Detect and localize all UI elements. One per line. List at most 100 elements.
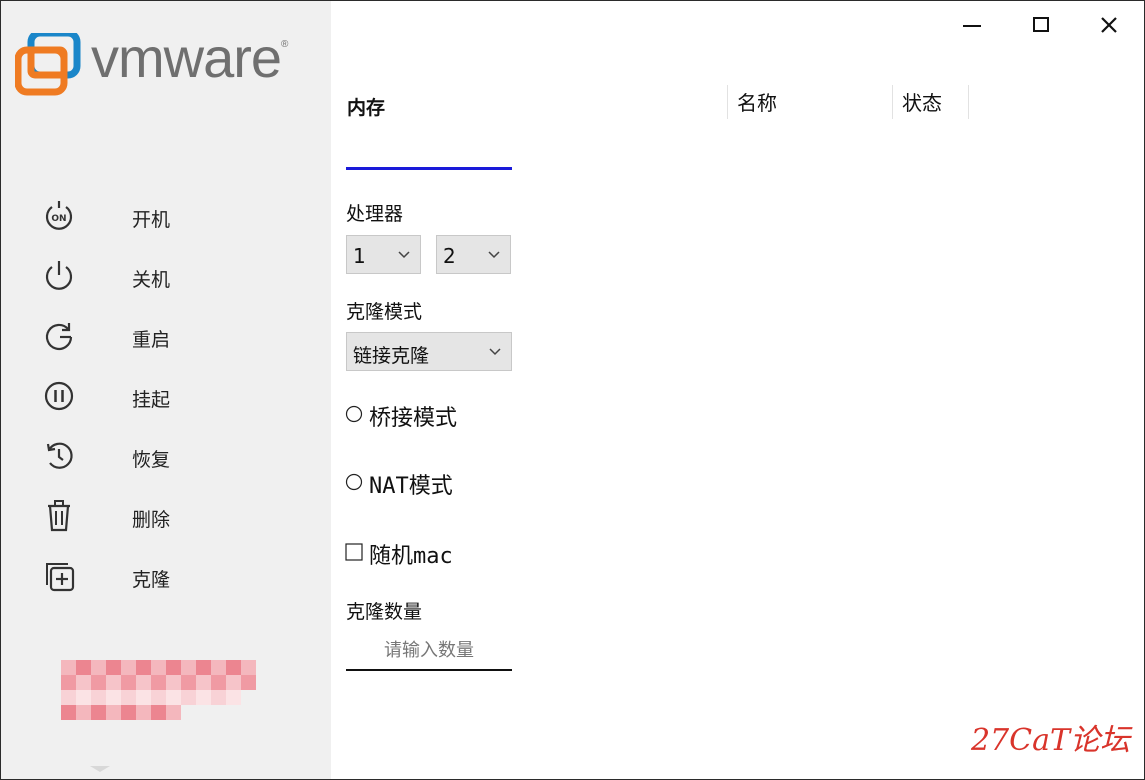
- chevron-down-icon: [488, 251, 500, 259]
- mosaic-cell: [166, 675, 181, 690]
- sidebar: vmware® ON 开机 关机 重启 挂起 恢复 删除 克隆: [1, 1, 331, 779]
- chevron-down-icon: [398, 251, 410, 259]
- mosaic-cell: [196, 675, 211, 690]
- sidebar-item-resume[interactable]: 恢复: [41, 434, 301, 474]
- mosaic-cell: [181, 675, 196, 690]
- mosaic-cell: [166, 705, 181, 720]
- mosaic-cell: [106, 675, 121, 690]
- mosaic-cell: [91, 690, 106, 705]
- mosaic-cell: [211, 690, 226, 705]
- mosaic-cell: [181, 660, 196, 675]
- mosaic-cell: [106, 690, 121, 705]
- vmware-logo-icon: [15, 33, 81, 96]
- power-off-icon: [45, 261, 73, 290]
- sidebar-item-power-off[interactable]: 关机: [41, 254, 301, 294]
- sidebar-item-suspend[interactable]: 挂起: [41, 374, 301, 414]
- resume-icon: [46, 442, 73, 469]
- clone-count-input[interactable]: [346, 631, 512, 671]
- mosaic-cell: [166, 660, 181, 675]
- mosaic-cell: [226, 660, 241, 675]
- svg-text:ON: ON: [51, 214, 66, 224]
- select-value: 2: [443, 244, 456, 268]
- trash-icon: [48, 500, 70, 532]
- mosaic-cell: [136, 705, 151, 720]
- mosaic-cell: [211, 660, 226, 675]
- mosaic-cell: [91, 705, 106, 720]
- mosaic-cell: [121, 690, 136, 705]
- bridge-mode-label: 桥接模式: [369, 406, 458, 431]
- mosaic-cell: [61, 705, 76, 720]
- restart-icon: [45, 323, 73, 351]
- mosaic-cell: [136, 675, 151, 690]
- processor-select-1[interactable]: 1: [346, 235, 421, 274]
- vmware-logo-text: vmware®: [91, 26, 288, 89]
- vmware-logo: vmware®: [15, 26, 325, 97]
- sidebar-item-power-on[interactable]: ON 开机: [41, 194, 301, 234]
- column-header-status[interactable]: 状态: [892, 87, 968, 119]
- app-window: vmware® ON 开机 关机 重启 挂起 恢复 删除 克隆 内存 名称 状态…: [0, 0, 1145, 780]
- mosaic-cell: [106, 660, 121, 675]
- mosaic-cell: [106, 705, 121, 720]
- clone-mode-select[interactable]: 链接克隆: [346, 332, 512, 371]
- mosaic-cell: [241, 660, 256, 675]
- mosaic-cell: [61, 660, 76, 675]
- sidebar-item-clone[interactable]: 克隆: [41, 554, 301, 594]
- mosaic-cell: [226, 675, 241, 690]
- sidebar-item-label: 克隆: [132, 569, 171, 591]
- mosaic-cell: [241, 675, 256, 690]
- sidebar-item-label: 恢复: [132, 449, 171, 471]
- sidebar-item-label: 开机: [132, 209, 171, 231]
- radio-icon: [345, 405, 363, 423]
- sidebar-item-delete[interactable]: 删除: [41, 494, 301, 534]
- forum-watermark: 27CaT论坛: [970, 723, 1130, 758]
- random-mac-label: 随机mac: [369, 544, 453, 569]
- select-value: 1: [353, 244, 366, 268]
- sidebar-item-label: 挂起: [132, 389, 171, 411]
- mosaic-cell: [196, 660, 211, 675]
- main-panel: 内存 名称 状态 处理器 1 2 克隆模式 链接克隆 桥接模式 NAT模式 随机…: [331, 1, 1144, 779]
- column-divider: [968, 85, 969, 119]
- sidebar-item-label: 重启: [132, 329, 171, 351]
- clone-mode-label: 克隆模式: [346, 301, 423, 323]
- mosaic-cell: [211, 675, 226, 690]
- pause-icon: [44, 381, 74, 411]
- mosaic-cell: [226, 690, 241, 705]
- clone-icon: [46, 563, 75, 592]
- mosaic-cell: [136, 660, 151, 675]
- sidebar-item-restart[interactable]: 重启: [41, 314, 301, 354]
- mosaic-cell: [151, 690, 166, 705]
- nat-mode-radio[interactable]: NAT模式: [345, 469, 495, 499]
- mosaic-cell: [76, 705, 91, 720]
- sidebar-item-label: 删除: [132, 509, 171, 531]
- mosaic-cell: [76, 690, 91, 705]
- mosaic-cell: [121, 660, 136, 675]
- processor-select-2[interactable]: 2: [436, 235, 511, 274]
- mosaic-cell: [196, 690, 211, 705]
- mosaic-cell: [61, 675, 76, 690]
- mosaic-cell: [121, 675, 136, 690]
- mosaic-cell: [91, 675, 106, 690]
- mosaic-cell: [181, 690, 196, 705]
- sidebar-item-label: 关机: [132, 269, 171, 291]
- mosaic-cell: [61, 690, 76, 705]
- tab-memory[interactable]: 内存: [347, 93, 385, 120]
- mosaic-cell: [91, 660, 106, 675]
- random-mac-checkbox[interactable]: 随机mac: [345, 539, 495, 569]
- mosaic-cell: [121, 705, 136, 720]
- tab-active-indicator: [346, 167, 512, 170]
- mosaic-cell: [151, 705, 166, 720]
- processor-label: 处理器: [346, 203, 404, 225]
- radio-icon: [345, 473, 363, 491]
- column-header-name[interactable]: 名称: [727, 87, 892, 119]
- mosaic-cell: [151, 660, 166, 675]
- bridge-mode-radio[interactable]: 桥接模式: [345, 401, 495, 431]
- collapse-arrow-icon[interactable]: [90, 766, 110, 772]
- blurred-user-info: [61, 660, 256, 722]
- power-on-icon: ON: [45, 201, 73, 230]
- select-value: 链接克隆: [353, 345, 430, 367]
- checkbox-icon: [345, 543, 363, 561]
- clone-count-label: 克隆数量: [346, 601, 423, 623]
- nat-mode-label: NAT模式: [369, 474, 453, 499]
- mosaic-cell: [76, 675, 91, 690]
- chevron-down-icon: [489, 348, 501, 356]
